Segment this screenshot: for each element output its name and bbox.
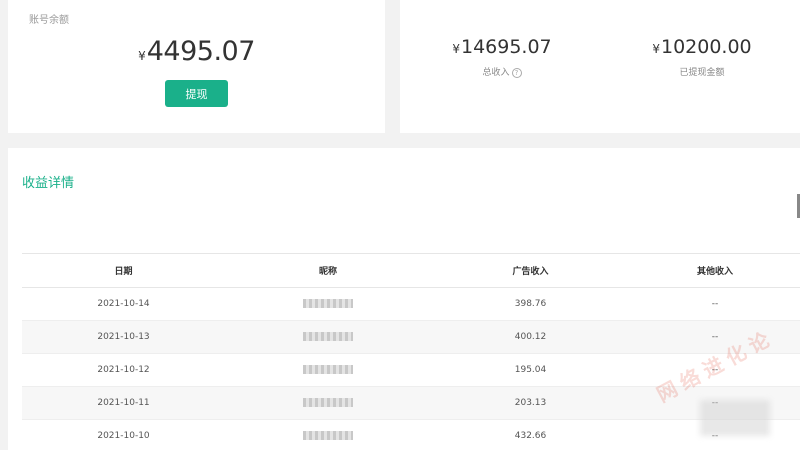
table-row: 2021-10-10 432.66 -- [22, 419, 800, 450]
earnings-table: 日期 昵称 广告收入 其他收入 2021-10-14 398.76 -- 202… [22, 253, 800, 450]
other-income-cell: -- [630, 386, 800, 420]
ad-income-cell: 195.04 [431, 353, 630, 387]
balance-value: 4495.07 [146, 36, 256, 67]
income-summary-card: ¥14695.07 总收入? ¥10200.00 已提现金额 [400, 0, 800, 133]
ad-income-cell: 398.76 [431, 287, 630, 321]
withdrawn-label: 已提现金额 [679, 68, 725, 78]
earnings-detail-title: 收益详情 [22, 176, 75, 191]
total-income-stat: ¥14695.07 总收入? [412, 36, 592, 78]
column-header-other-income: 其他收入 [630, 253, 800, 288]
nickname-cell [225, 419, 431, 450]
earnings-detail-card: 收益详情 日期 昵称 广告收入 其他收入 2021-10-14 398.76 -… [8, 148, 800, 450]
nickname-cell [225, 353, 431, 387]
ad-income-cell: 203.13 [431, 386, 630, 420]
ad-income-cell: 400.12 [431, 320, 630, 354]
other-income-cell: -- [630, 287, 800, 321]
other-income-cell: -- [630, 353, 800, 387]
nickname-cell [225, 287, 431, 321]
table-header-row: 日期 昵称 广告收入 其他收入 [22, 253, 800, 288]
column-header-ad-income: 广告收入 [431, 253, 630, 288]
ad-income-cell: 432.66 [431, 419, 630, 450]
other-income-cell: -- [630, 320, 800, 354]
balance-amount: ¥4495.07 [8, 36, 385, 67]
total-income-label-text: 总收入 [482, 68, 510, 78]
date-cell: 2021-10-14 [22, 287, 225, 321]
withdrawn-value: 10200.00 [660, 36, 752, 58]
blurred-nickname [303, 299, 353, 308]
blurred-nickname [303, 398, 353, 407]
blurred-nickname [303, 332, 353, 341]
date-cell: 2021-10-11 [22, 386, 225, 420]
column-header-nickname: 昵称 [225, 253, 431, 288]
blurred-nickname [303, 431, 353, 440]
date-cell: 2021-10-10 [22, 419, 225, 450]
other-income-cell: -- [630, 419, 800, 450]
table-row: 2021-10-11 203.13 -- [22, 386, 800, 420]
balance-card: 账号余额 ¥4495.07 提现 [8, 0, 385, 133]
table-row: 2021-10-14 398.76 -- [22, 287, 800, 321]
currency-symbol: ¥ [652, 42, 660, 56]
balance-label: 账号余额 [29, 15, 69, 26]
total-income-label: 总收入? [412, 65, 592, 78]
question-circle-icon[interactable]: ? [511, 67, 522, 78]
blurred-nickname [303, 365, 353, 374]
currency-symbol: ¥ [138, 49, 146, 63]
withdraw-button[interactable]: 提现 [165, 80, 228, 107]
total-income-value: 14695.07 [460, 36, 552, 58]
nickname-cell [225, 320, 431, 354]
table-row: 2021-10-12 195.04 -- [22, 353, 800, 387]
currency-symbol: ¥ [452, 42, 460, 56]
withdrawn-stat: ¥10200.00 已提现金额 [612, 36, 792, 78]
date-cell: 2021-10-13 [22, 320, 225, 354]
date-cell: 2021-10-12 [22, 353, 225, 387]
nickname-cell [225, 386, 431, 420]
column-header-date: 日期 [22, 253, 225, 288]
table-row: 2021-10-13 400.12 -- [22, 320, 800, 354]
